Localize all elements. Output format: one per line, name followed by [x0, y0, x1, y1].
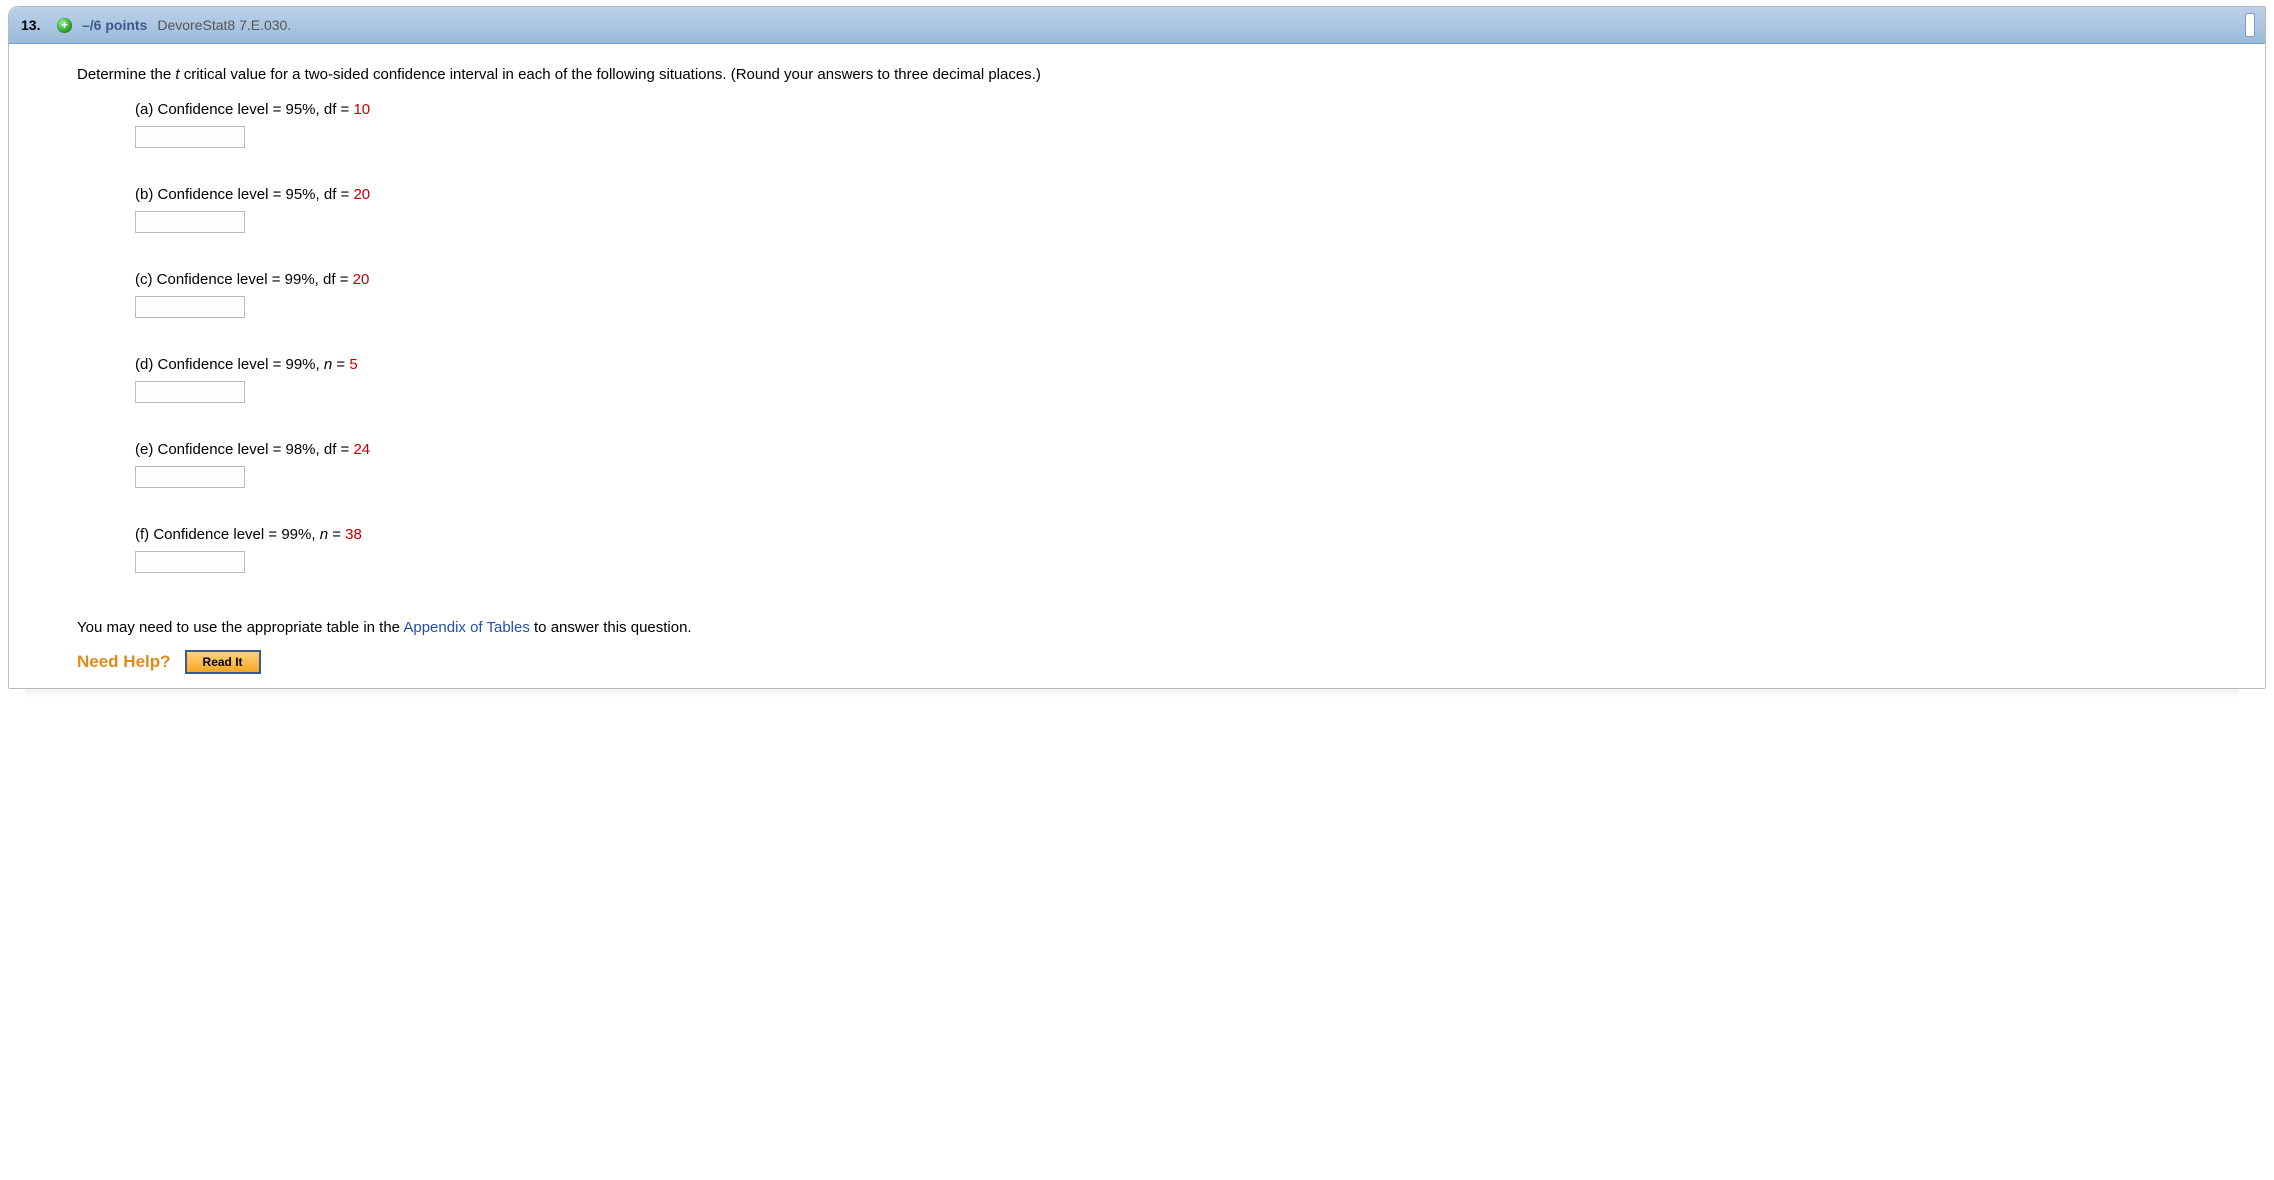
- plus-icon[interactable]: +: [57, 18, 72, 33]
- part-b: (b) Confidence level = 95%, df = 20: [135, 186, 2237, 233]
- part-f: (f) Confidence level = 99%, n = 38: [135, 526, 2237, 573]
- part-c-label: (c) Confidence level = 99%, df = 20: [135, 271, 2237, 288]
- part-f-text-post: =: [332, 526, 345, 543]
- source-label: DevoreStat8 7.E.030.: [157, 17, 291, 33]
- part-a-input[interactable]: [135, 126, 245, 148]
- part-f-text-pre: (f) Confidence level = 99%,: [135, 526, 320, 543]
- part-c-value: 20: [353, 271, 370, 288]
- part-f-label: (f) Confidence level = 99%, n = 38: [135, 526, 2237, 543]
- appendix-post: to answer this question.: [534, 619, 692, 636]
- parts-list: (a) Confidence level = 95%, df = 10 (b) …: [77, 101, 2237, 573]
- points-label: –/6 points: [82, 17, 147, 33]
- part-c-input[interactable]: [135, 296, 245, 318]
- question-box: 13. + –/6 points DevoreStat8 7.E.030. De…: [8, 6, 2266, 689]
- part-c-text: (c) Confidence level = 99%, df =: [135, 271, 353, 288]
- part-b-value: 20: [353, 186, 370, 203]
- part-d-input[interactable]: [135, 381, 245, 403]
- header-right-box[interactable]: [2245, 13, 2255, 37]
- appendix-link[interactable]: Appendix of Tables: [403, 619, 529, 636]
- part-e-input[interactable]: [135, 466, 245, 488]
- prompt-pre: Determine the: [77, 66, 175, 83]
- part-f-value: 38: [345, 526, 362, 543]
- appendix-note: You may need to use the appropriate tabl…: [77, 619, 2237, 636]
- read-it-button[interactable]: Read It: [185, 650, 261, 674]
- t-variable: t: [175, 66, 179, 83]
- bottom-shadow: [26, 689, 2238, 699]
- part-b-label: (b) Confidence level = 95%, df = 20: [135, 186, 2237, 203]
- part-a-value: 10: [353, 101, 370, 118]
- part-d-nvar: n: [324, 356, 332, 373]
- question-header: 13. + –/6 points DevoreStat8 7.E.030.: [9, 7, 2265, 44]
- question-prompt: Determine the t critical value for a two…: [77, 66, 2237, 83]
- part-d-label: (d) Confidence level = 99%, n = 5: [135, 356, 2237, 373]
- prompt-post: critical value for a two-sided confidenc…: [184, 66, 1041, 83]
- part-e-text: (e) Confidence level = 98%, df =: [135, 441, 353, 458]
- part-b-text: (b) Confidence level = 95%, df =: [135, 186, 353, 203]
- help-row: Need Help? Read It: [77, 650, 2237, 674]
- question-number: 13.: [21, 17, 47, 33]
- need-help-label: Need Help?: [77, 652, 171, 672]
- part-c: (c) Confidence level = 99%, df = 20: [135, 271, 2237, 318]
- part-b-input[interactable]: [135, 211, 245, 233]
- part-e: (e) Confidence level = 98%, df = 24: [135, 441, 2237, 488]
- part-e-value: 24: [353, 441, 370, 458]
- part-a-label: (a) Confidence level = 95%, df = 10: [135, 101, 2237, 118]
- part-d-text-pre: (d) Confidence level = 99%,: [135, 356, 324, 373]
- part-d-value: 5: [349, 356, 357, 373]
- part-d: (d) Confidence level = 99%, n = 5: [135, 356, 2237, 403]
- part-a: (a) Confidence level = 95%, df = 10: [135, 101, 2237, 148]
- question-body: Determine the t critical value for a two…: [9, 44, 2265, 688]
- part-f-nvar: n: [320, 526, 328, 543]
- part-e-label: (e) Confidence level = 98%, df = 24: [135, 441, 2237, 458]
- part-f-input[interactable]: [135, 551, 245, 573]
- part-a-text: (a) Confidence level = 95%, df =: [135, 101, 353, 118]
- part-d-text-post: =: [336, 356, 349, 373]
- appendix-pre: You may need to use the appropriate tabl…: [77, 619, 403, 636]
